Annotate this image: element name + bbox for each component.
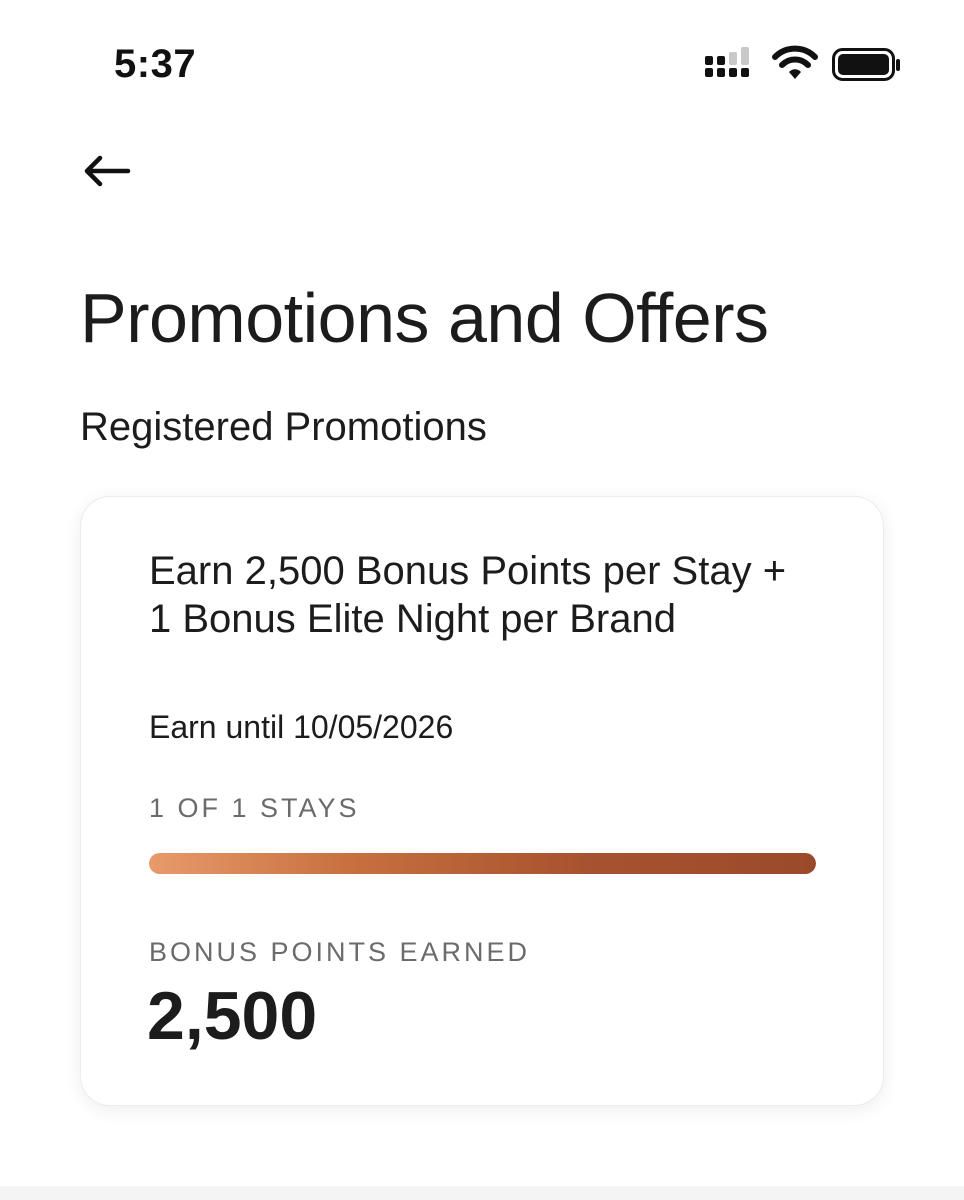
promotion-title: Earn 2,500 Bonus Points per Stay + 1 Bon…	[149, 549, 787, 641]
stays-progress-bar	[149, 853, 816, 874]
stays-progress-fill	[149, 853, 816, 874]
status-bar: 5:37	[0, 0, 964, 120]
cellular-signal-icon	[705, 47, 749, 77]
promotion-card[interactable]: Earn 2,500 Bonus Points per Stay + 1 Bon…	[80, 496, 884, 1106]
page-title: Promotions and Offers	[80, 279, 769, 357]
arrow-left-icon	[84, 155, 131, 187]
promotion-expiry: Earn until 10/05/2026	[149, 709, 454, 745]
status-icons	[704, 44, 904, 84]
promotions-screen: 5:37 Promotions and Offers Registered Pr…	[0, 0, 964, 1200]
bottom-divider	[0, 1186, 964, 1200]
section-title: Registered Promotions	[80, 405, 487, 449]
bonus-points-label: BONUS POINTS EARNED	[149, 937, 531, 967]
status-time: 5:37	[114, 42, 197, 86]
bonus-points-value: 2,500	[147, 978, 318, 1054]
battery-icon	[832, 48, 900, 81]
back-button[interactable]	[80, 146, 140, 196]
wifi-icon	[772, 45, 818, 79]
stays-progress-label: 1 OF 1 STAYS	[149, 793, 360, 823]
